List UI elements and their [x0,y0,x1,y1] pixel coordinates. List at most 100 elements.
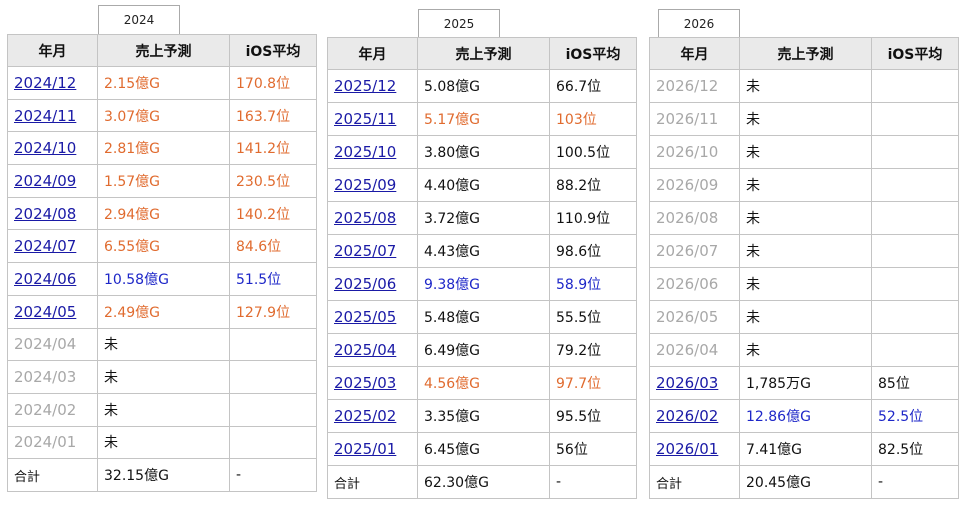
ios-average-cell: 51.5位 [229,262,317,296]
month-link[interactable]: 2024/07 [14,237,76,255]
month-link[interactable]: 2024/10 [14,139,76,157]
table-row: 2024/08 2.94億G 140.2位 [7,196,317,231]
month-cell: 2025/05 [327,300,418,334]
ios-average-cell [871,300,959,334]
month-link[interactable]: 2024/08 [14,205,76,223]
month-cell: 2024/12 [7,66,98,100]
month-link[interactable]: 2025/01 [334,440,396,458]
month-link[interactable]: 2024/06 [14,270,76,288]
header-sales: 売上予測 [739,37,872,70]
month-cell: 2025/08 [327,201,418,235]
month-cell: 2026/10 [649,135,740,169]
table-row: 2025/05 5.48億G 55.5位 [327,300,637,334]
sales-forecast-cell: 未 [739,267,872,301]
month-cell: 2026/04 [649,333,740,367]
sales-forecast-cell: 10.58億G [97,262,230,296]
month-cell: 2024/06 [7,262,98,296]
sales-forecast-cell: 未 [739,300,872,334]
month-link[interactable]: 2025/09 [334,176,396,194]
sales-forecast-cell: 4.56億G [417,366,550,400]
ios-average-cell [871,69,959,103]
table-row: 2026/07 未 [649,234,959,268]
ios-average-cell: 55.5位 [549,300,637,334]
month-link[interactable]: 2025/02 [334,407,396,425]
header-month: 年月 [7,34,98,67]
sales-forecast-cell: 未 [739,69,872,103]
month-link[interactable]: 2024/05 [14,303,76,321]
sales-forecast-cell: 4.43億G [417,234,550,268]
month-cell: 2026/07 [649,234,740,268]
table-row: 2025/03 4.56億G 97.7位 [327,366,637,400]
table-row: 2024/02 未 [7,392,317,427]
sales-forecast-cell: 未 [97,392,230,427]
month-link[interactable]: 2025/06 [334,275,396,293]
month-cell: 2024/02 [7,392,98,427]
total-label: 合計 [649,465,740,499]
table-row: 2026/10 未 [649,135,959,169]
table-row: 2024/12 2.15億G 170.8位 [7,66,317,100]
sales-forecast-cell: 未 [97,360,230,394]
month-link[interactable]: 2026/03 [656,374,718,392]
ios-average-cell: 79.2位 [549,333,637,367]
sales-forecast-cell: 4.40億G [417,168,550,202]
total-row: 合計 20.45億G - [649,465,959,499]
ios-average-cell: 140.2位 [229,196,317,231]
month-link[interactable]: 2025/03 [334,374,396,392]
table-row: 2026/05 未 [649,300,959,334]
month-cell: 2026/01 [649,432,740,466]
table-row: 2024/09 1.57億G 230.5位 [7,164,317,198]
year-tab-2025[interactable]: 2025 [418,9,500,38]
month-link[interactable]: 2025/07 [334,242,396,260]
sales-forecast-cell: 5.48億G [417,300,550,334]
sales-forecast-cell: 1.57億G [97,164,230,198]
ios-average-cell: 97.7位 [549,366,637,400]
table-row: 2026/06 未 [649,267,959,301]
month-cell: 2025/07 [327,234,418,268]
month-link[interactable]: 2026/02 [656,407,718,425]
sales-forecast-cell: 3.35億G [417,399,550,433]
sales-forecast-cell: 2.49億G [97,294,230,329]
month-cell: 2025/04 [327,333,418,367]
header-ios: iOS平均 [871,37,959,70]
month-link[interactable]: 2024/12 [14,74,76,92]
month-link[interactable]: 2025/10 [334,143,396,161]
ios-average-cell: 100.5位 [549,135,637,169]
year-tab-2024[interactable]: 2024 [98,5,180,34]
month-link[interactable]: 2026/01 [656,440,718,458]
sales-forecast-cell: 5.17億G [417,102,550,136]
month-link[interactable]: 2025/12 [334,77,396,95]
year-tab-2026[interactable]: 2026 [658,9,740,38]
ios-average-cell [229,392,317,427]
month-link[interactable]: 2025/05 [334,308,396,326]
sales-forecast-cell: 7.41億G [739,432,872,466]
table-row: 2024/11 3.07億G 163.7位 [7,98,317,133]
month-cell: 2025/02 [327,399,418,433]
sales-forecast-cell: 未 [739,135,872,169]
month-cell: 2026/02 [649,399,740,433]
sales-forecast-cell: 3.07億G [97,98,230,133]
table-row: 2025/06 9.38億G 58.9位 [327,267,637,301]
month-link[interactable]: 2024/09 [14,172,76,190]
ios-average-cell: 82.5位 [871,432,959,466]
month-cell: 2026/06 [649,267,740,301]
total-sales: 20.45億G [739,465,872,499]
month-cell: 2025/01 [327,432,418,466]
ios-average-cell: 88.2位 [549,168,637,202]
sales-forecast-cell: 6.49億G [417,333,550,367]
month-cell: 2026/09 [649,168,740,202]
ios-average-cell: 52.5位 [871,399,959,433]
month-link[interactable]: 2025/11 [334,110,396,128]
month-cell: 2024/11 [7,98,98,133]
table-row: 2025/09 4.40億G 88.2位 [327,168,637,202]
month-link[interactable]: 2025/08 [334,209,396,227]
table-row: 2026/03 1,785万G 85位 [649,366,959,400]
total-row: 合計 62.30億G - [327,465,637,499]
month-link[interactable]: 2024/11 [14,107,76,125]
month-link[interactable]: 2025/04 [334,341,396,359]
header-sales: 売上予測 [97,34,230,67]
header-ios: iOS平均 [229,34,317,67]
month-cell: 2026/05 [649,300,740,334]
table-row: 2025/07 4.43億G 98.6位 [327,234,637,268]
header-month: 年月 [327,37,418,70]
ios-average-cell: 85位 [871,366,959,400]
